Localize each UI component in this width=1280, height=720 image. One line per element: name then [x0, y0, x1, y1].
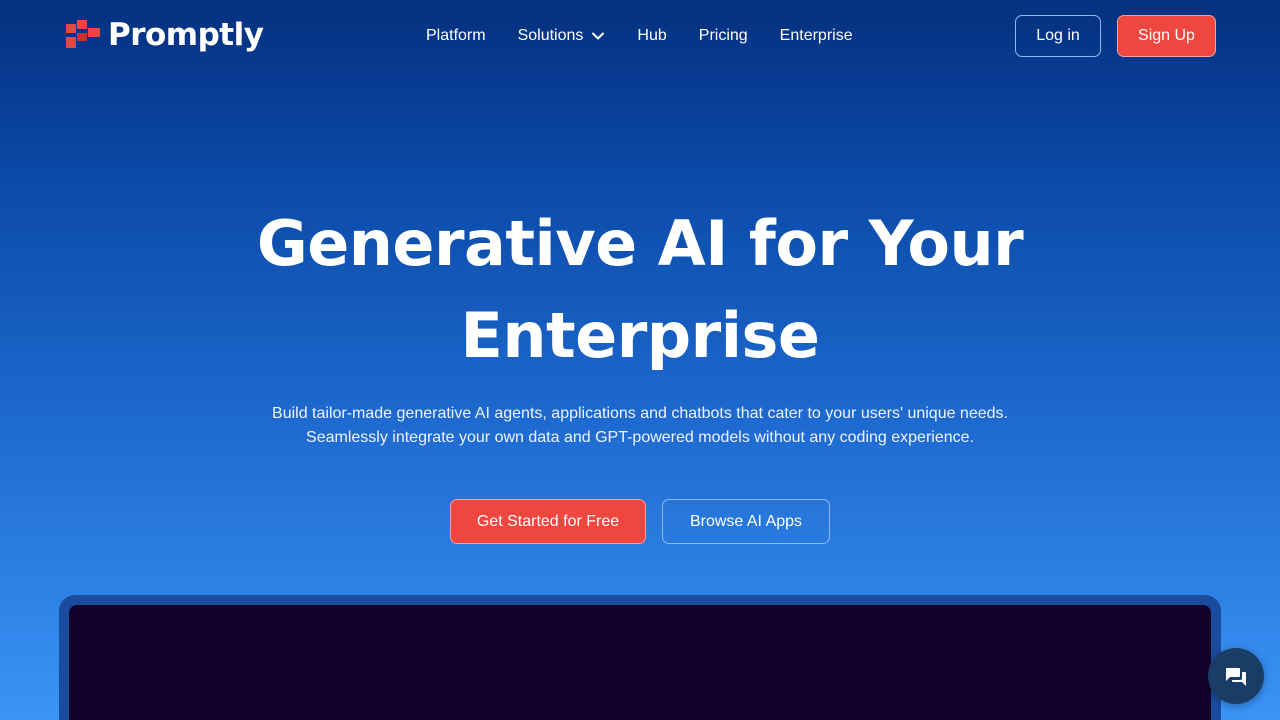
hero-subtitle-line: Build tailor-made generative AI agents, …	[272, 405, 1008, 422]
signup-button[interactable]: Sign Up	[1117, 15, 1216, 57]
nav-item-label: Platform	[426, 27, 486, 44]
nav-item-label: Hub	[637, 27, 667, 44]
nav-item-solutions[interactable]: Solutions	[518, 24, 606, 48]
nav-item-label: Enterprise	[779, 27, 853, 44]
hero-title-line: Enterprise	[460, 299, 820, 372]
chat-widget-button[interactable]	[1208, 648, 1264, 704]
nav-item-enterprise[interactable]: Enterprise	[780, 24, 853, 48]
main-nav: Platform Solutions Hub Pricing Enterpris…	[426, 24, 853, 48]
browse-ai-apps-button[interactable]: Browse AI Apps	[662, 499, 830, 544]
nav-item-pricing[interactable]: Pricing	[699, 24, 748, 48]
hero-subtitle-line: Seamlessly integrate your own data and G…	[306, 429, 974, 446]
product-preview-screen	[69, 605, 1211, 720]
chat-icon	[1226, 668, 1246, 686]
product-preview-frame	[59, 595, 1221, 720]
login-button[interactable]: Log in	[1015, 15, 1101, 57]
brand-name: Promptly	[108, 17, 264, 53]
get-started-button[interactable]: Get Started for Free	[450, 499, 646, 544]
nav-item-platform[interactable]: Platform	[426, 24, 486, 48]
brand-logo[interactable]: Promptly	[66, 17, 264, 53]
nav-item-hub[interactable]: Hub	[637, 24, 666, 48]
hero-title: Generative AI for Your Enterprise	[0, 198, 1280, 382]
hero-subtitle: Build tailor-made generative AI agents, …	[0, 402, 1280, 450]
navbar: Promptly Platform Solutions Hub Pricing …	[0, 0, 1280, 72]
chevron-down-icon	[592, 32, 605, 40]
promptly-logo-icon	[66, 20, 100, 48]
hero-title-line: Generative AI for Your	[256, 207, 1024, 280]
nav-item-label: Pricing	[698, 27, 748, 44]
nav-item-label: Solutions	[517, 27, 584, 44]
